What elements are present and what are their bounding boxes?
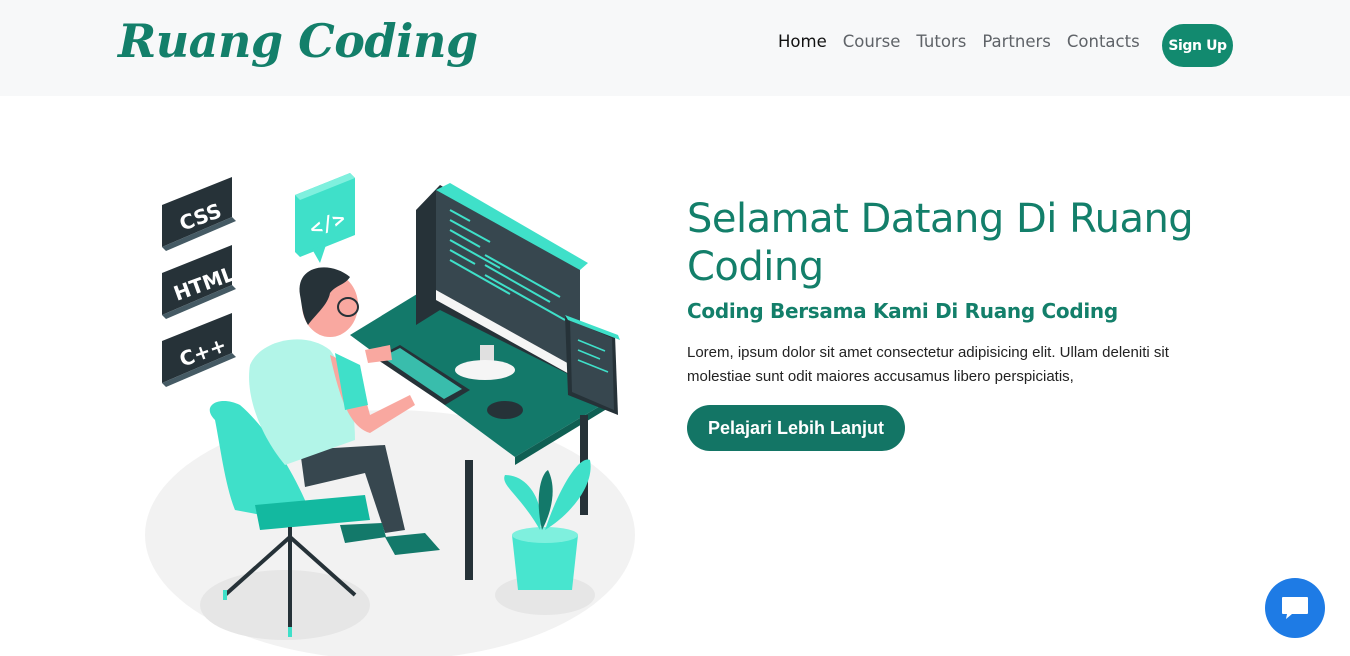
css-badge: CSS <box>162 177 236 251</box>
hero-description: Lorem, ipsum dolor sit amet consectetur … <box>687 344 1169 385</box>
signup-button[interactable]: Sign Up <box>1162 24 1233 67</box>
navbar: Ruang Coding Home Course Tutors Partners… <box>0 0 1350 96</box>
hero-title: Selamat Datang Di Ruang Coding <box>687 196 1194 290</box>
chat-button[interactable] <box>1265 578 1325 638</box>
chat-icon <box>1282 597 1308 619</box>
nav-home[interactable]: Home <box>778 32 827 51</box>
brand-logo[interactable]: Ruang Coding <box>118 14 478 68</box>
nav-course[interactable]: Course <box>843 32 901 51</box>
main-nav: Home Course Tutors Partners Contacts <box>778 32 1156 51</box>
html-badge: HTML <box>162 245 238 319</box>
code-bubble-icon: </> <box>295 173 355 263</box>
learn-more-button[interactable]: Pelajari Lebih Lanjut <box>687 405 906 451</box>
hero-content: Selamat Datang Di Ruang Coding Coding Be… <box>687 195 1227 451</box>
cpp-badge: C++ <box>162 313 236 387</box>
developer-illustration: CSS HTML C++ </> <box>145 173 635 656</box>
mouse <box>487 401 523 419</box>
nav-partners[interactable]: Partners <box>982 32 1051 51</box>
hero-illustration: CSS HTML C++ </> <box>140 165 640 656</box>
hero-subtitle: Coding Bersama Kami Di Ruang Coding <box>687 299 1118 323</box>
nav-contacts[interactable]: Contacts <box>1067 32 1140 51</box>
nav-tutors[interactable]: Tutors <box>916 32 966 51</box>
